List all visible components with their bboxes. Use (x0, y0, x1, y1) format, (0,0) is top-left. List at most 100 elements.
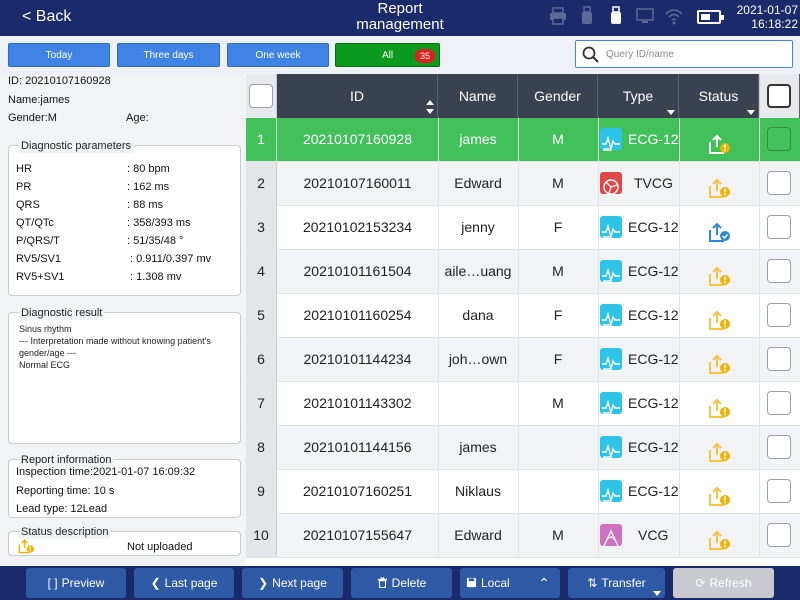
status-description-text: Not uploaded (127, 541, 193, 553)
ecg-icon (600, 304, 622, 328)
param-qt-value: : 358/393 ms (127, 217, 191, 229)
inspection-time: Inspection time:2021-01-07 16:09:32 (16, 466, 196, 478)
column-divider (518, 162, 519, 205)
table-row[interactable]: 9 20210107160251 Niklaus ECG-12 (246, 470, 800, 514)
param-rv5-sv1-key: RV5/SV1 (16, 253, 62, 265)
row-checkbox[interactable] (767, 127, 791, 151)
transfer-button[interactable]: ⇅ Transfer (568, 568, 665, 598)
filter-one-week-button[interactable]: One week (227, 43, 329, 67)
column-divider (438, 206, 439, 249)
param-rv5-plus-sv1-value: : 1.308 mv (130, 271, 182, 283)
filter-three-days-button[interactable]: Three days (117, 43, 220, 67)
column-divider (759, 514, 760, 557)
column-divider (679, 470, 680, 513)
column-header-id[interactable]: ID (277, 74, 438, 118)
lead-type: Lead type: 12Lead (16, 503, 108, 515)
column-divider (759, 250, 760, 293)
table-row[interactable]: 5 20210101160254 dana F ECG-12 (246, 294, 800, 338)
patient-age: Age: (126, 112, 149, 124)
delete-label: Delete (391, 576, 427, 590)
table-row[interactable]: 4 20210101161504 aile…uang M ECG-12 (246, 250, 800, 294)
last-page-button[interactable]: ❮ Last page (134, 568, 234, 598)
column-divider (679, 382, 680, 425)
table-row[interactable]: 7 20210101143302 M ECG-12 (246, 382, 800, 426)
next-page-button[interactable]: ❯ Next page (242, 568, 343, 598)
result-line: --- Interpretation made without knowing … (19, 336, 211, 346)
row-checkbox[interactable] (767, 479, 791, 503)
not-uploaded-icon (707, 173, 731, 198)
column-header-name[interactable]: Name (438, 74, 518, 118)
row-checkbox[interactable] (767, 347, 791, 371)
row-checkbox[interactable] (767, 523, 791, 547)
row-number: 7 (246, 382, 277, 425)
column-divider (518, 206, 519, 249)
sort-icon (425, 88, 435, 114)
ecg-icon (600, 260, 622, 284)
preview-button[interactable]: [ ] Preview (26, 568, 126, 598)
cell-gender: M (552, 263, 564, 279)
table-row[interactable]: 2 20210107160011 Edward M TVCG (246, 162, 800, 206)
row-checkbox[interactable] (767, 259, 791, 283)
transfer-label: Transfer (601, 576, 646, 590)
cell-gender (518, 426, 598, 469)
column-select-checkbox[interactable] (767, 84, 791, 108)
column-divider (438, 250, 439, 293)
cell-name: dana (462, 307, 494, 323)
column-header-status-label: Status (698, 88, 739, 104)
column-divider (759, 338, 760, 381)
refresh-button[interactable]: ⟳ Refresh (673, 568, 774, 598)
row-checkbox[interactable] (767, 171, 791, 195)
column-header-status[interactable]: Status (679, 74, 759, 118)
page-title-line1: Report (377, 0, 423, 17)
table-row[interactable]: 10 20210107155647 Edward M VCG (246, 514, 800, 558)
tvcg-icon (600, 172, 622, 195)
column-divider (518, 250, 519, 293)
table-row[interactable]: 6 20210101144234 joh…own F ECG-12 (246, 338, 800, 382)
column-header-type-label: Type (622, 88, 654, 104)
row-checkbox[interactable] (767, 215, 791, 239)
row-checkbox[interactable] (767, 303, 791, 327)
column-divider (598, 250, 599, 293)
cell-type: ECG-12 (598, 250, 679, 293)
save-icon (466, 568, 477, 598)
cell-name: joh…own (448, 351, 508, 367)
filter-all-button[interactable]: All 35 (335, 43, 440, 67)
reporting-time: Reporting time: 10 s (16, 485, 115, 497)
preview-label: Preview (61, 576, 105, 590)
row-checkbox[interactable] (767, 435, 791, 459)
table-row[interactable]: 8 20210101144156 james ECG-12 (246, 426, 800, 470)
select-all-checkbox[interactable] (249, 84, 273, 108)
last-page-label: Last page (164, 576, 218, 590)
chevron-up-icon: ⌃ (538, 575, 550, 591)
column-divider (759, 162, 760, 205)
column-divider (518, 382, 519, 425)
back-button[interactable]: < Back (22, 8, 71, 26)
search-box[interactable] (575, 40, 793, 68)
result-line: gender/age --- (19, 348, 77, 358)
filter-today-button[interactable]: Today (8, 43, 110, 67)
table-header: ID Name Gender Type Status (246, 74, 800, 118)
param-pr-key: PR (16, 181, 32, 193)
column-divider (438, 294, 439, 337)
param-axis-value: : 51/35/48 ° (127, 235, 184, 247)
column-divider (598, 426, 599, 469)
status-filter-caret-icon (747, 110, 755, 115)
storage-location-select[interactable]: Local ⌃ (460, 568, 560, 598)
column-header-type[interactable]: Type (598, 74, 679, 118)
not-uploaded-icon (17, 538, 35, 554)
table-row[interactable]: 3 20210102153234 jenny F ECG-12 (246, 206, 800, 250)
search-input[interactable] (606, 45, 786, 63)
cell-type: ECG-12 (598, 426, 679, 469)
report-table: ID Name Gender Type Status 1 202101071609… (246, 74, 800, 566)
ecg-icon (600, 216, 622, 240)
cell-gender: M (552, 175, 564, 191)
row-checkbox[interactable] (767, 391, 791, 415)
not-uploaded-icon (707, 129, 731, 154)
column-divider (598, 514, 599, 557)
column-divider (759, 294, 760, 337)
refresh-label: Refresh (709, 576, 752, 590)
column-header-gender[interactable]: Gender (518, 74, 598, 118)
table-row[interactable]: 1 20210107160928 james M ECG-12 (246, 118, 800, 162)
column-divider (679, 338, 680, 381)
delete-button[interactable]: Delete (351, 568, 452, 598)
